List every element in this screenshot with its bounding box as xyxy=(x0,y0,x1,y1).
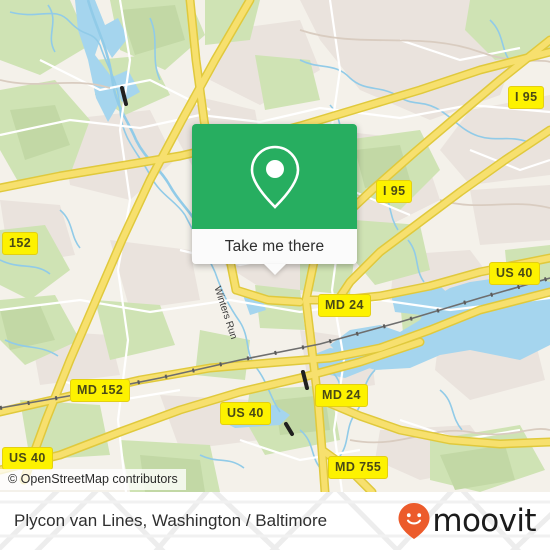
popup-action-area[interactable]: Take me there xyxy=(192,229,357,275)
road-shield-md24-lower: MD 24 xyxy=(315,384,368,407)
take-me-there-popup[interactable]: Take me there xyxy=(192,124,357,275)
osm-attribution[interactable]: © OpenStreetMap contributors xyxy=(0,469,186,490)
map-canvas[interactable]: I 95 I 95 US 40 MD 24 MD 24 US 40 MD 755… xyxy=(0,0,550,492)
moovit-pin-smile-icon xyxy=(398,503,430,539)
footer-bar: Plycon van Lines, Washington / Baltimore… xyxy=(0,492,550,550)
moovit-wordmark: moovit xyxy=(432,502,536,539)
road-shield-md24-upper: MD 24 xyxy=(318,294,371,317)
road-shield-md152: MD 152 xyxy=(70,379,131,402)
popup-pin-area xyxy=(192,124,357,229)
road-shield-us40-center: US 40 xyxy=(220,402,271,425)
moovit-brand[interactable]: moovit xyxy=(397,502,537,540)
road-shield-152-topleft: 152 xyxy=(2,232,39,255)
take-me-there-label: Take me there xyxy=(224,237,325,255)
moovit-map-screenshot: I 95 I 95 US 40 MD 24 MD 24 US 40 MD 755… xyxy=(0,0,550,550)
popup-tail-pointer xyxy=(263,264,286,275)
place-title: Plycon van Lines, Washington / Baltimore xyxy=(14,511,328,530)
map-pin-icon xyxy=(250,145,299,209)
road-shield-i95-mid-right: I 95 xyxy=(376,180,413,203)
road-shield-md755: MD 755 xyxy=(328,456,389,479)
road-shield-i95-top-right: I 95 xyxy=(508,86,545,109)
road-shield-us40-bottomleft: US 40 xyxy=(2,447,53,470)
road-shield-us40-right: US 40 xyxy=(489,262,540,285)
